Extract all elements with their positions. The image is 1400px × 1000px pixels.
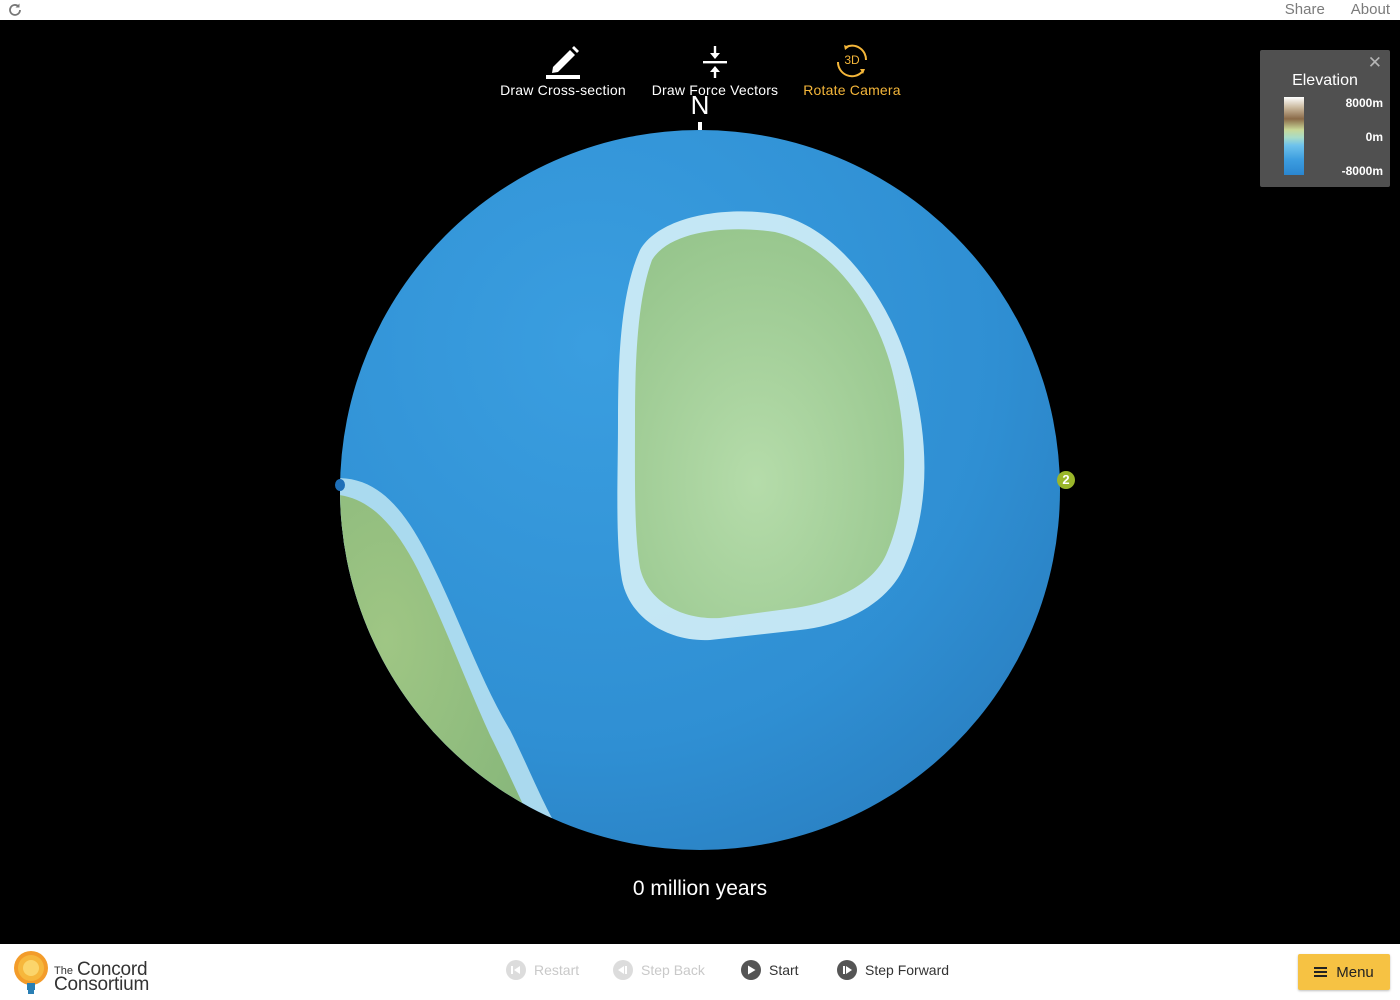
elevation-color-scale [1284,97,1304,175]
about-link[interactable]: About [1351,0,1390,20]
plate-marker[interactable]: 2 [1057,471,1075,489]
rotate-3d-icon: 3D [836,44,868,78]
rotate-camera-label: Rotate Camera [803,82,901,98]
pencil-icon [546,46,580,79]
plate-edge-marker [335,479,345,491]
legend-min-label: -8000m [1341,164,1383,178]
draw-force-vectors-tool[interactable]: Draw Force Vectors [649,20,781,98]
draw-cross-section-label: Draw Cross-section [500,82,626,98]
north-label: N [690,90,710,120]
menu-button[interactable]: Menu [1298,954,1390,990]
restart-icon [506,960,526,980]
start-button[interactable]: Start [741,960,799,980]
top-bar: Share About [0,0,1400,20]
menu-label: Menu [1336,963,1374,981]
logo-line2: Consortium [54,974,150,995]
reload-icon[interactable] [7,2,23,18]
step-forward-icon [837,960,857,980]
step-back-icon [613,960,633,980]
model-stage[interactable]: Draw Cross-section Draw Force Vectors 3D… [0,20,1400,944]
legend-max-label: 8000m [1345,96,1383,110]
restart-button[interactable]: Restart [506,960,579,980]
concord-consortium-logo[interactable]: The Concord Consortium [9,949,161,995]
start-label: Start [769,962,799,978]
step-forward-label: Step Forward [865,962,950,978]
lightbulb-logo-icon [14,951,48,994]
draw-cross-section-tool[interactable]: Draw Cross-section [497,20,629,98]
planet-globe[interactable] [330,120,1070,860]
bottom-bar: The Concord Consortium Restart Step Back… [0,944,1400,1000]
legend-mid-label: 0m [1365,130,1383,144]
draw-force-vectors-label: Draw Force Vectors [651,82,779,98]
restart-label: Restart [534,962,580,978]
app-root: Share About Draw Cross-section Draw Forc… [0,0,1400,1000]
step-back-button[interactable]: Step Back [613,960,705,980]
share-link[interactable]: Share [1285,0,1325,20]
legend-title: Elevation [1292,72,1358,89]
step-back-label: Step Back [641,962,705,978]
rotate-camera-tool[interactable]: 3D Rotate Camera [792,20,912,98]
hamburger-icon [1314,967,1328,977]
model-age-label: 0 million years [632,877,768,900]
force-vectors-icon [703,46,727,78]
elevation-legend: ✕ Elevation 8000m 0m -8000m [1260,50,1390,187]
play-icon [741,960,761,980]
close-icon[interactable]: ✕ [1368,53,1382,73]
rotate-3d-text: 3D [844,53,860,67]
step-forward-button[interactable]: Step Forward [837,960,949,980]
